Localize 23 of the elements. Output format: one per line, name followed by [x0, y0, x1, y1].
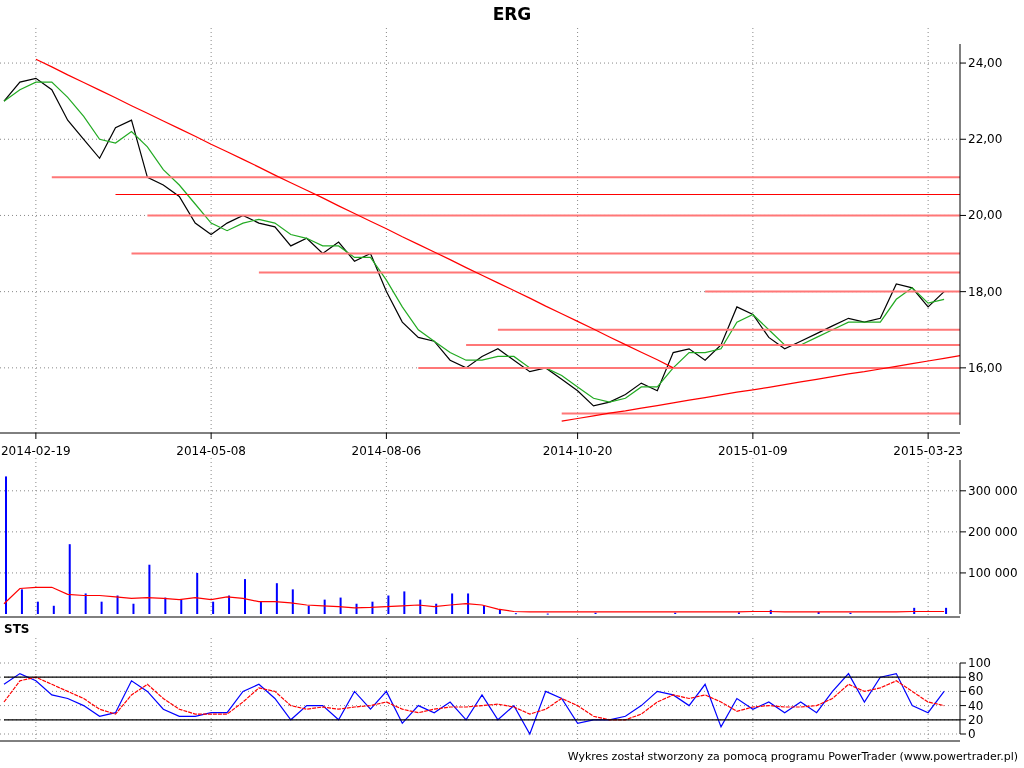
date-label: 2015-01-09: [718, 444, 788, 458]
axis-label: 100: [968, 656, 991, 670]
axis-label: 0: [968, 727, 976, 741]
axis-label: 200 000: [968, 524, 1018, 539]
axis-label: 20: [968, 712, 984, 727]
axis-label: 22,00: [968, 132, 1003, 147]
axis-label: 16,00: [968, 360, 1003, 375]
axis-label: 40: [968, 698, 984, 713]
axis-label: 24,00: [968, 56, 1003, 71]
date-label: 2014-05-08: [176, 444, 246, 458]
date-label: 2015-03-23: [893, 444, 963, 458]
footer-credit: Wykres został stworzony za pomocą programu PowerTrader (www.powertrader.pl): [567, 749, 1018, 763]
date-label: 2014-10-20: [542, 444, 613, 458]
axis-label: 20,00: [968, 208, 1003, 223]
axis-label: 80: [968, 670, 984, 685]
axis-label: 100 000: [968, 565, 1018, 580]
axis-label: 300 000: [968, 483, 1018, 498]
axis-label: 60: [968, 684, 984, 699]
chart-title: ERG: [491, 3, 533, 26]
date-label: 2014-08-06: [351, 444, 422, 458]
indicator-label: STS: [4, 622, 30, 636]
axis-label: 18,00: [968, 284, 1003, 299]
date-label: 2014-02-19: [1, 444, 71, 458]
